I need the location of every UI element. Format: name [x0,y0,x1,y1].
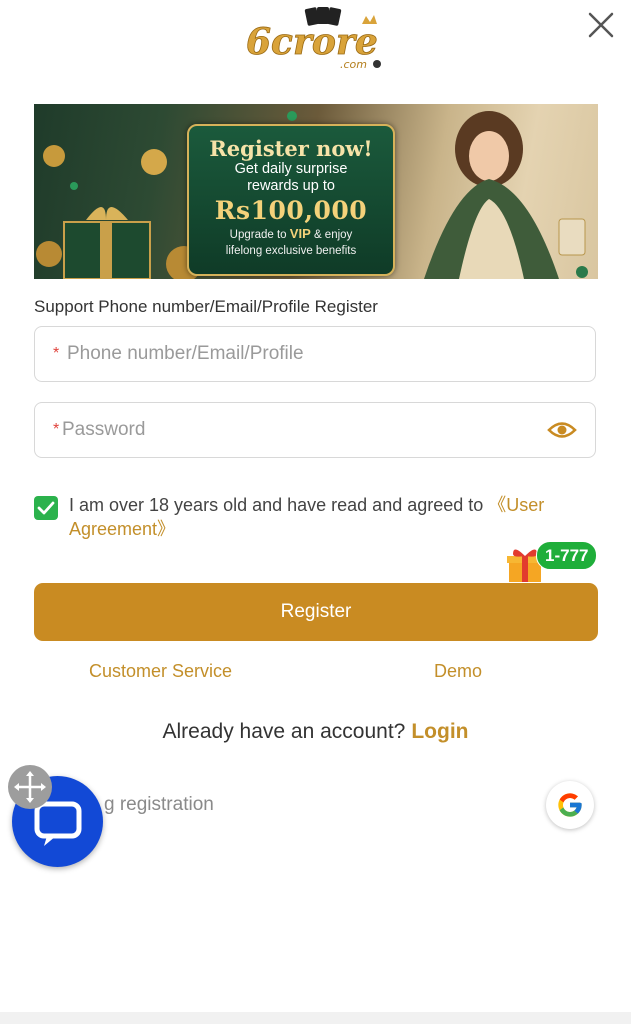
banner-amount: Rs100,000 [214,196,368,225]
required-mark: * [53,345,60,362]
register-button[interactable]: Register [34,583,598,641]
banner-panel: Register now! Get daily surprise rewards… [187,124,395,276]
have-account-text: Already have an account? [162,720,406,743]
site-logo: 6crore .com [244,6,389,71]
logo-subtext: .com [340,58,367,70]
logo-wordmark: 6crore [246,21,378,63]
have-account-row: Already have an account? Login [0,720,631,744]
support-label: Support Phone number/Email/Profile Regis… [34,297,378,316]
agree-text: I am over 18 years old and have read and… [69,493,599,541]
banner-benefits-line: lifelong exclusive benefits [225,245,357,257]
google-login-button[interactable] [546,781,594,829]
demo-link[interactable]: Demo [434,661,482,682]
banner-vip-pre: Upgrade to [229,229,290,241]
login-link[interactable]: Login [411,720,468,743]
promo-banner[interactable]: Register now! Get daily surprise rewards… [34,104,598,279]
password-input[interactable] [62,403,542,457]
agree-checkbox[interactable] [34,496,58,520]
bottom-strip [0,1012,631,1024]
banner-vip-post: & enjoy [310,229,353,241]
gift-badge[interactable]: 1-777 [506,540,610,584]
account-field[interactable]: * [34,326,596,382]
banner-vip-line: Upgrade to VIP & enjoy [189,227,393,242]
other-registration-label: g registration [104,794,214,815]
gift-range-badge: 1-777 [536,541,598,570]
agree-statement: I am over 18 years old and have read and… [69,495,489,515]
check-icon [37,501,55,515]
password-field[interactable]: * [34,402,596,458]
move-icon[interactable] [8,765,52,809]
banner-line-1: Get daily surprise [234,161,348,177]
close-icon[interactable] [584,8,618,42]
banner-line-2: rewards up to [247,178,335,194]
required-mark: * [53,421,60,438]
google-icon [558,793,582,817]
account-input[interactable] [67,327,547,381]
banner-title: Register now! [209,136,373,161]
eye-icon[interactable] [547,417,577,443]
customer-service-link[interactable]: Customer Service [89,661,232,682]
move-arrows-icon [14,771,46,803]
banner-vip-word: VIP [289,226,311,241]
